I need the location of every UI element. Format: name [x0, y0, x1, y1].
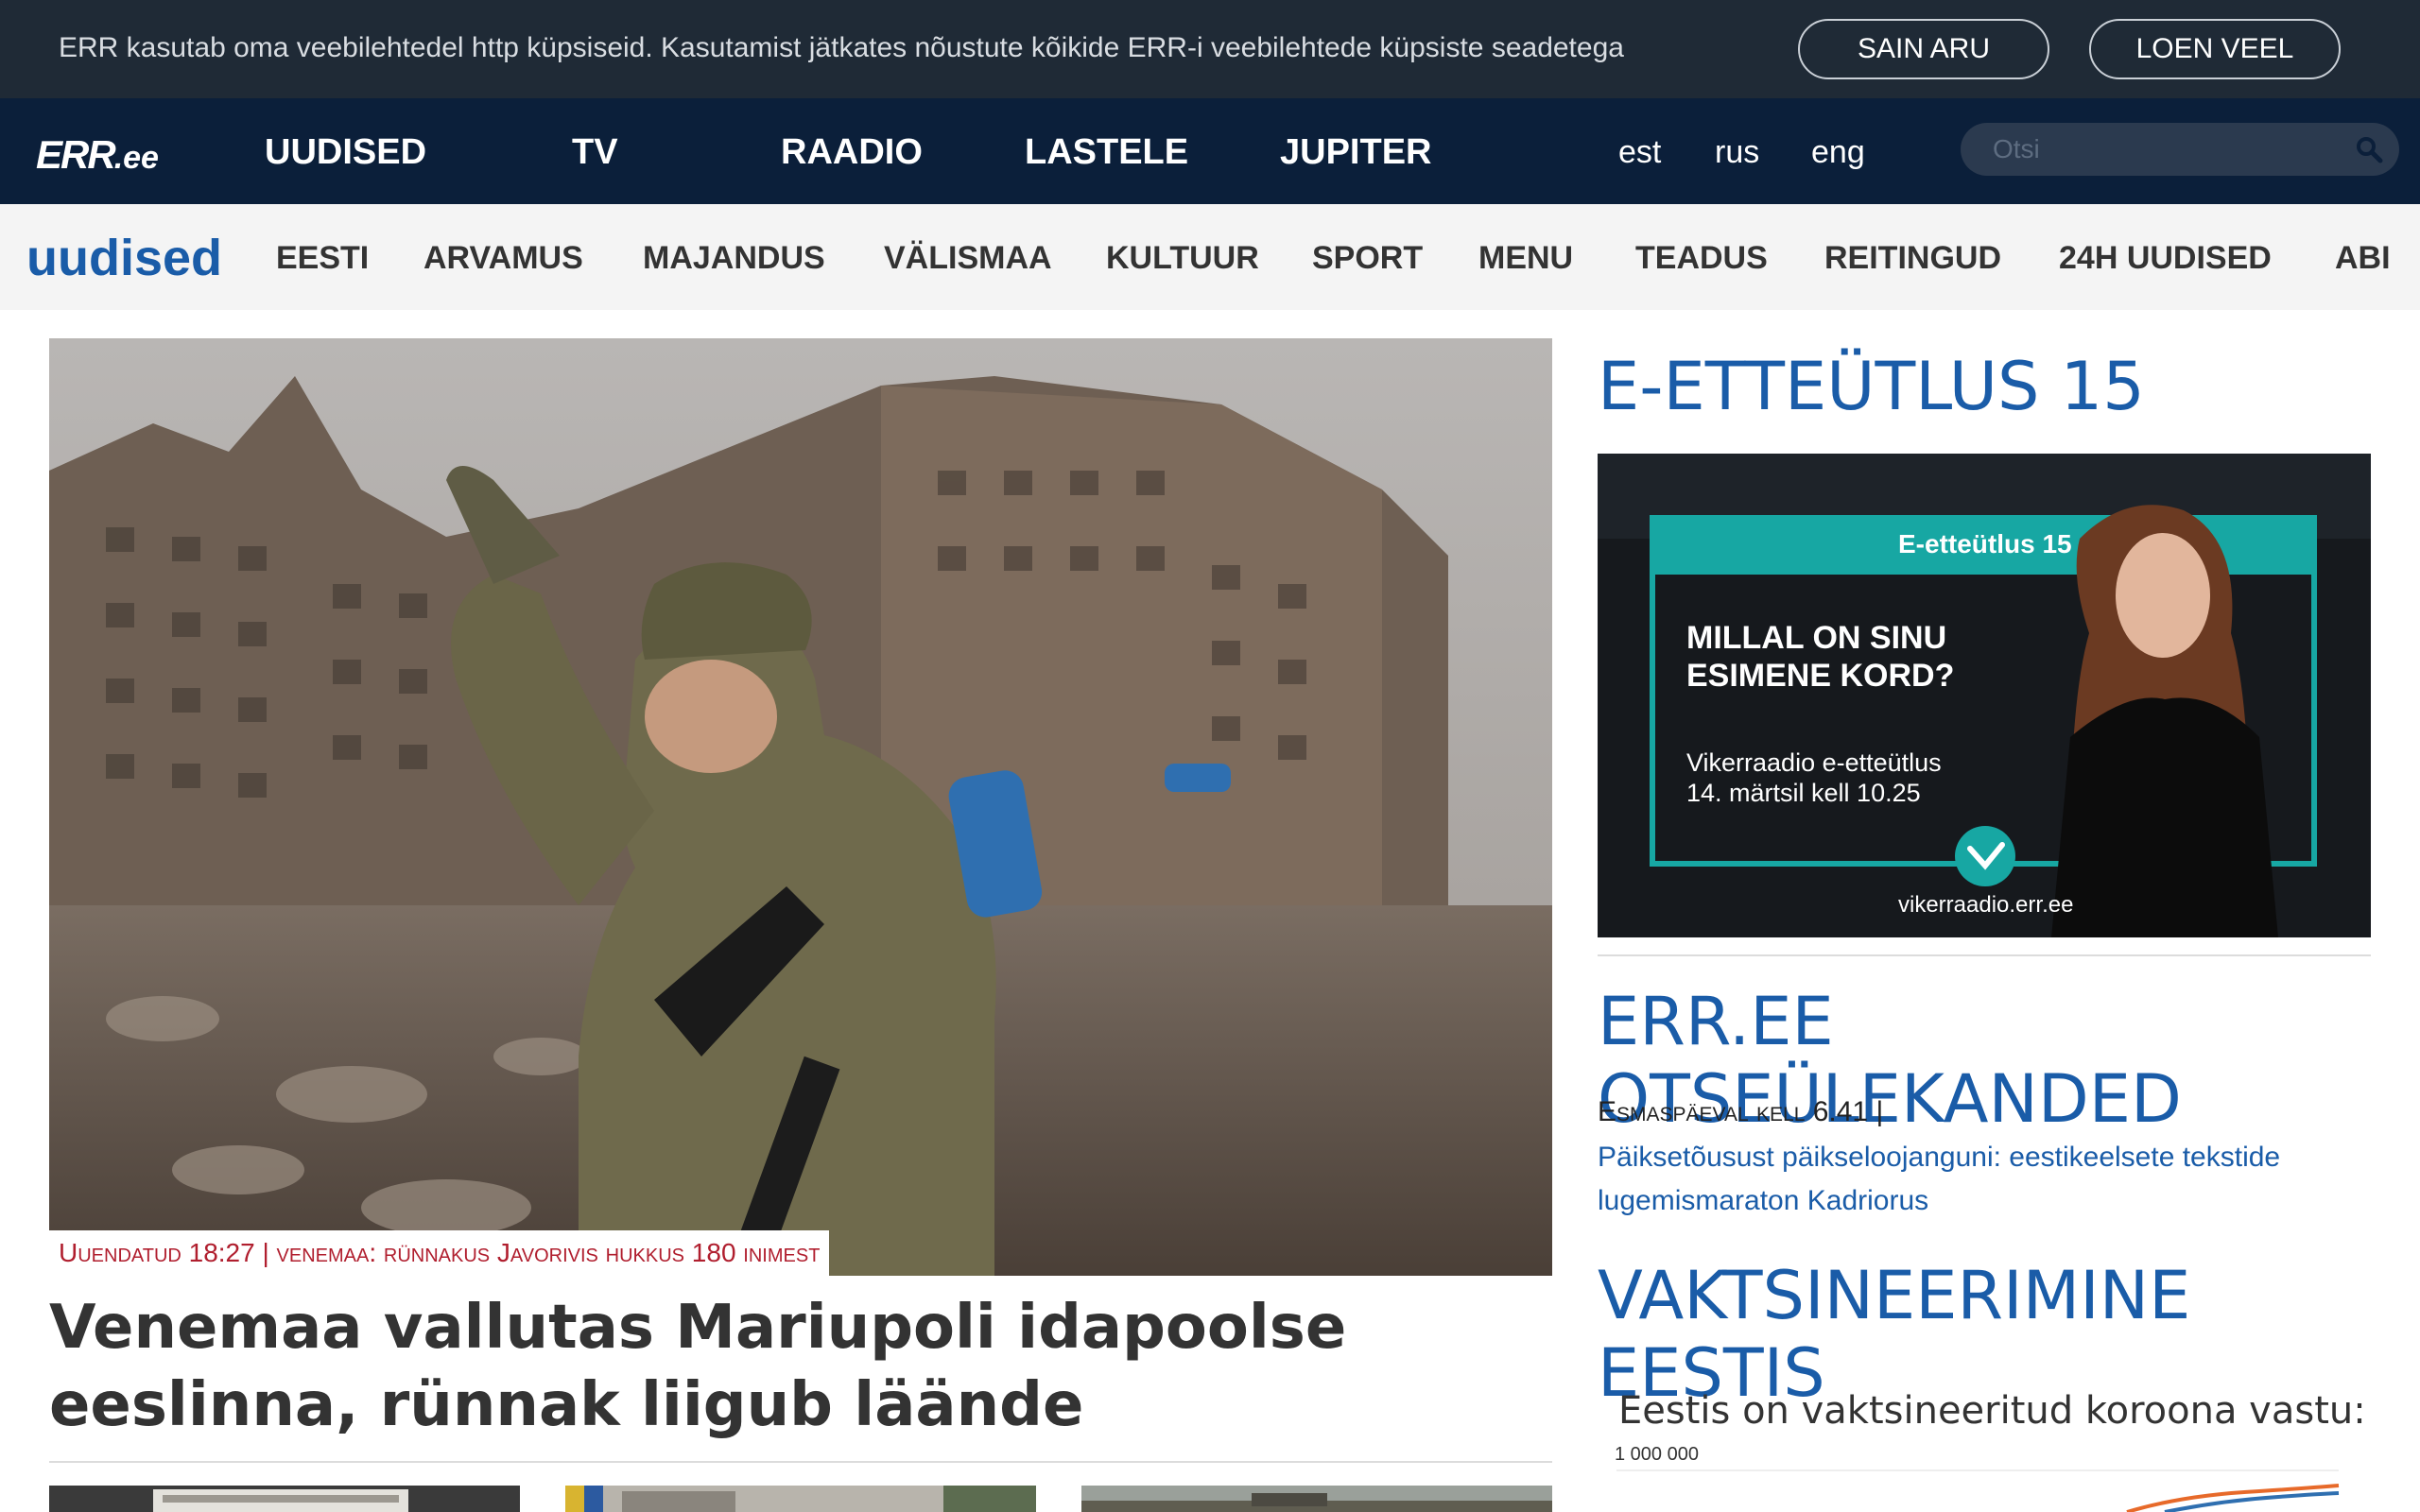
banner-label: E-etteütlus 15 [1898, 529, 2072, 558]
logo-suffix: .ee [113, 140, 159, 176]
sec-item-teadus[interactable]: TEADUS [1635, 240, 1768, 277]
thumbnail-image [565, 1486, 1036, 1512]
hero-caption[interactable]: Uuendatud 18:27 | venemaa: rünnakus Javo… [49, 1230, 830, 1276]
err-logo[interactable]: ERR.ee [36, 132, 159, 178]
banner-graphic [1598, 454, 2371, 937]
search-input[interactable] [1993, 132, 2352, 166]
vaccination-widget: Eestis on vaktsineeritud koroona vastu: … [1598, 1368, 2371, 1512]
vaccination-chart [1616, 1469, 2340, 1512]
section-title[interactable]: uudised [26, 229, 222, 287]
sec-item-reitingud[interactable]: REITINGUD [1824, 240, 2001, 277]
banner-heading-line2: ESIMENE KORD? [1686, 658, 1955, 694]
article-thumbnail-3[interactable] [1081, 1486, 1552, 1512]
sec-item-eesti[interactable]: EESTI [276, 240, 369, 277]
search-box [1961, 123, 2399, 176]
banner-sub-line1: Vikerraadio e-etteütlus [1686, 748, 1942, 777]
nav-item-raadio[interactable]: RAADIO [781, 132, 923, 173]
sec-item-valismaa[interactable]: VÄLISMAA [884, 240, 1052, 277]
cookie-bar: ERR kasutab oma veebilehtedel http küpsi… [0, 0, 2420, 98]
section-navigation: uudised EESTI ARVAMUS MAJANDUS VÄLISMAA … [0, 204, 2420, 310]
logo-text: ERR [36, 132, 116, 177]
top-navigation: ERR.ee UUDISED TV RAADIO LASTELE JUPITER… [0, 98, 2420, 204]
banner-heading-line1: MILLAL ON SINU [1686, 620, 1947, 656]
sec-item-abi[interactable]: ABI [2335, 240, 2391, 277]
sec-item-sport[interactable]: SPORT [1312, 240, 1423, 277]
sec-item-majandus[interactable]: MAJANDUS [643, 240, 825, 277]
banner-url: vikerraadio.err.ee [1898, 892, 2074, 918]
sec-item-menu[interactable]: MENU [1478, 240, 1573, 277]
nav-item-jupiter[interactable]: JUPITER [1280, 132, 1431, 173]
sec-item-kultuur[interactable]: KULTUUR [1106, 240, 1259, 277]
search-icon[interactable] [2354, 134, 2384, 164]
hero-photo [49, 338, 1552, 1276]
sec-item-arvamus[interactable]: ARVAMUS [424, 240, 583, 277]
lang-rus[interactable]: rus [1715, 134, 1759, 171]
thumbnail-image [49, 1486, 520, 1512]
e-etteutlus-banner[interactable]: E-etteütlus 15 MILLAL ON SINU ESIMENE KO… [1598, 454, 2371, 937]
article-thumbnail-2[interactable] [565, 1486, 1036, 1512]
article-thumbnail-1[interactable] [49, 1486, 520, 1512]
nav-item-uudised[interactable]: UUDISED [265, 132, 426, 173]
sec-item-24h-uudised[interactable]: 24H UUDISED [2059, 240, 2272, 277]
thumbnail-image [1081, 1486, 1552, 1512]
cookie-read-more-button[interactable]: LOEN VEEL [2089, 19, 2341, 79]
nav-item-tv[interactable]: TV [572, 132, 618, 173]
hero-image[interactable] [49, 338, 1552, 1276]
lang-est[interactable]: est [1618, 134, 1661, 171]
live-broadcast-link[interactable]: Päiksetõusust päikseloojanguni: eestikee… [1598, 1136, 2354, 1223]
divider [49, 1461, 1552, 1463]
section-heading-e-etteutlus[interactable]: E-ETTEÜTLUS 15 [1598, 348, 2145, 425]
banner-sub-line2: 14. märtsil kell 10.25 [1686, 779, 1921, 807]
vaccination-title: Eestis on vaktsineeritud koroona vastu: [1618, 1389, 2366, 1433]
hero-headline[interactable]: Venemaa vallutas Mariupoli idapoolse ees… [49, 1289, 1524, 1444]
live-broadcast-time: Esmaspäeval kell 6.41 | [1598, 1096, 1884, 1127]
divider [1598, 954, 2371, 956]
lang-eng[interactable]: eng [1811, 134, 1865, 171]
cookie-accept-button[interactable]: SAIN ARU [1798, 19, 2049, 79]
nav-item-lastele[interactable]: LASTELE [1025, 132, 1188, 173]
cookie-text: ERR kasutab oma veebilehtedel http küpsi… [59, 32, 1624, 63]
